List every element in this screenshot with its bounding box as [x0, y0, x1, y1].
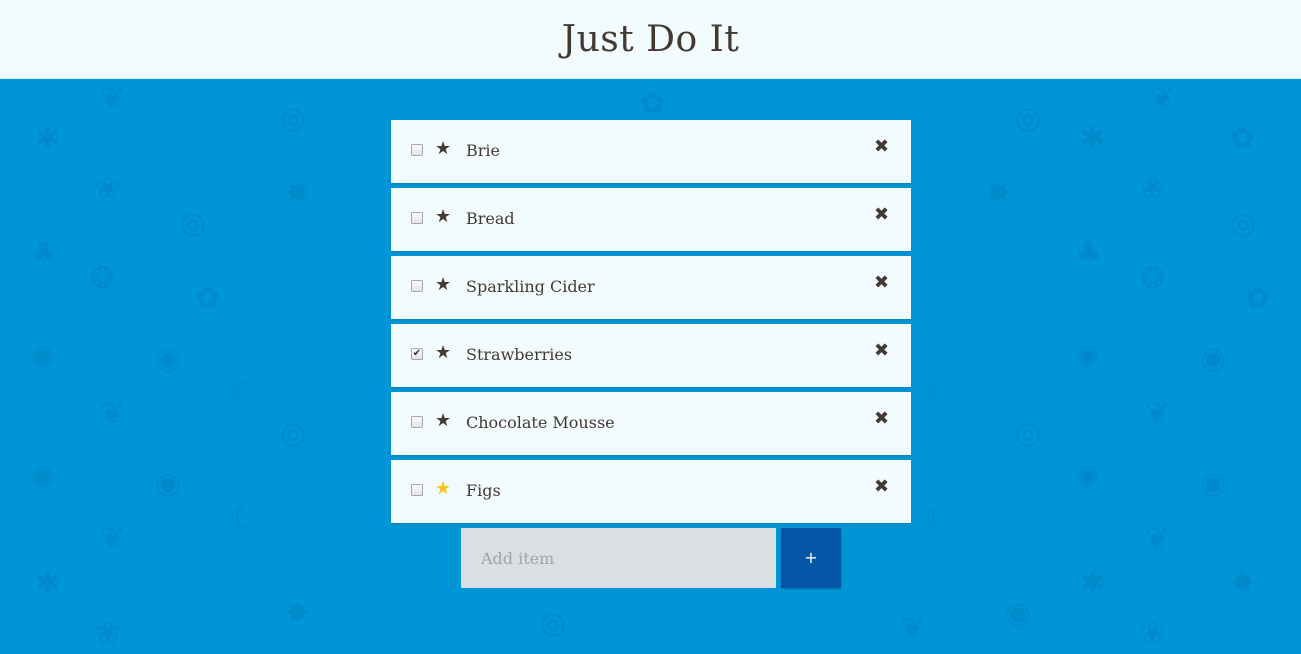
star-icon[interactable]: ★ [435, 138, 451, 160]
food-pattern-icon: ✱ [1080, 121, 1106, 156]
food-pattern-icon: ◉ [155, 466, 182, 501]
food-pattern-icon: ✸ [285, 176, 311, 211]
star-icon[interactable]: ★ [435, 206, 451, 228]
todo-list: ★ Brie ✖ ★ Bread ✖ ★ Sparkling Cider ✖ ✔… [391, 120, 911, 528]
delete-icon[interactable]: ✖ [874, 272, 889, 294]
item-label: Bread [466, 209, 515, 228]
food-pattern-icon: ❀ [95, 171, 121, 206]
food-pattern-icon: ❂ [90, 261, 116, 296]
star-icon[interactable]: ★ [435, 342, 451, 364]
food-pattern-icon: ❀ [1140, 616, 1166, 651]
item-checkbox[interactable] [411, 144, 423, 156]
food-pattern-icon: ◎ [280, 101, 307, 136]
food-pattern-icon: ✺ [1075, 461, 1101, 496]
delete-icon[interactable]: ✖ [874, 476, 889, 498]
food-pattern-icon: ◉ [1200, 341, 1227, 376]
food-pattern-icon: ✺ [30, 341, 56, 376]
item-checkbox[interactable] [411, 212, 423, 224]
food-pattern-icon: ❀ [95, 616, 121, 651]
food-pattern-icon: ✿ [195, 281, 221, 316]
app-title: Just Do It [561, 19, 740, 60]
item-checkbox[interactable] [411, 416, 423, 428]
item-label: Sparkling Cider [466, 277, 595, 296]
item-checkbox[interactable] [411, 280, 423, 292]
star-icon[interactable]: ★ [435, 410, 451, 432]
food-pattern-icon: ☾ [230, 501, 257, 536]
food-pattern-icon: ◎ [540, 606, 567, 641]
food-pattern-icon: ❦ [1145, 396, 1171, 431]
list-item: ★ Brie ✖ [391, 120, 911, 183]
food-pattern-icon: ✸ [1230, 566, 1256, 601]
food-pattern-icon: ♣ [30, 236, 57, 271]
food-pattern-icon: ❦ [100, 396, 126, 431]
food-pattern-icon: ◉ [1200, 466, 1227, 501]
item-checkbox[interactable]: ✔ [411, 348, 423, 360]
food-pattern-icon: ✿ [640, 86, 666, 121]
food-pattern-icon: ✱ [1080, 566, 1106, 601]
item-checkbox[interactable] [411, 484, 423, 496]
star-icon[interactable]: ★ [435, 478, 451, 500]
star-icon[interactable]: ★ [435, 274, 451, 296]
food-pattern-icon: ✱ [35, 121, 61, 156]
add-item-input[interactable] [461, 528, 776, 588]
food-pattern-icon: ◎ [180, 206, 207, 241]
delete-icon[interactable]: ✖ [874, 136, 889, 158]
add-item-button[interactable]: + [781, 528, 841, 588]
food-pattern-icon: ◉ [1005, 596, 1032, 631]
food-pattern-icon: ❦ [1150, 81, 1176, 116]
food-pattern-icon: ☾ [230, 376, 257, 411]
list-item: ★ Chocolate Mousse ✖ [391, 392, 911, 455]
food-pattern-icon: ✸ [985, 176, 1011, 211]
add-item-form: + [461, 528, 841, 588]
food-pattern-icon: ☾ [925, 501, 952, 536]
food-pattern-icon: ◉ [155, 341, 182, 376]
food-pattern-icon: ✱ [35, 566, 61, 601]
item-label: Brie [466, 141, 500, 160]
item-label: Strawberries [466, 345, 573, 364]
food-pattern-icon: ❦ [1145, 521, 1171, 556]
food-pattern-icon: ❂ [1140, 261, 1166, 296]
item-label: Chocolate Mousse [466, 413, 615, 432]
food-pattern-icon: ✸ [285, 596, 311, 631]
food-pattern-icon: ❦ [100, 521, 126, 556]
food-pattern-icon: ❦ [900, 611, 926, 646]
food-pattern-icon: ✺ [30, 461, 56, 496]
list-item: ★ Bread ✖ [391, 188, 911, 251]
list-item: ✔ ★ Strawberries ✖ [391, 324, 911, 387]
list-item: ★ Sparkling Cider ✖ [391, 256, 911, 319]
list-item: ★ Figs ✖ [391, 460, 911, 523]
food-pattern-icon: ◎ [1015, 101, 1042, 136]
delete-icon[interactable]: ✖ [874, 204, 889, 226]
app-header: Just Do It [0, 0, 1301, 79]
food-pattern-icon: ◎ [1015, 416, 1042, 451]
food-pattern-icon: ◎ [1230, 206, 1257, 241]
food-pattern-icon: ◎ [280, 416, 307, 451]
delete-icon[interactable]: ✖ [874, 340, 889, 362]
food-pattern-icon: ✿ [1230, 121, 1256, 156]
item-label: Figs [466, 481, 501, 500]
food-pattern-icon: ✿ [1245, 281, 1271, 316]
food-pattern-icon: ❦ [100, 81, 126, 116]
food-pattern-icon: ♣ [1075, 236, 1102, 271]
delete-icon[interactable]: ✖ [874, 408, 889, 430]
food-pattern-icon: ☾ [925, 376, 952, 411]
food-pattern-icon: ✺ [1075, 341, 1101, 376]
food-pattern-icon: ❀ [1140, 171, 1166, 206]
